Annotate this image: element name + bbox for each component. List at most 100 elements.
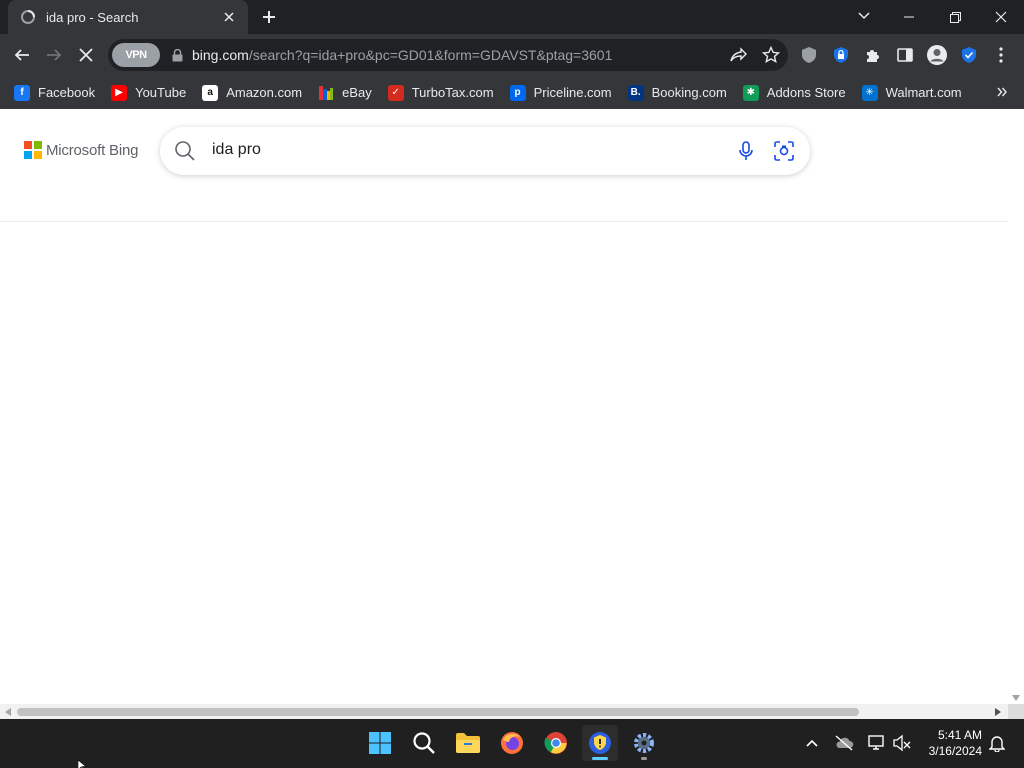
bookmark-addons-store[interactable]: ✱ Addons Store xyxy=(742,80,846,106)
priceline-icon: p xyxy=(509,84,526,101)
bookmark-label: Amazon.com xyxy=(226,85,303,100)
url-text: bing.com/search?q=ida+pro&pc=GD01&form=G… xyxy=(192,47,612,63)
windows-logo-icon xyxy=(369,732,391,754)
password-manager-icon[interactable] xyxy=(828,43,854,67)
forward-button[interactable] xyxy=(40,41,68,69)
search-icon xyxy=(413,732,435,754)
bookmark-label: Facebook xyxy=(38,85,96,100)
bookmark-star-icon[interactable] xyxy=(758,43,784,67)
ebay-icon xyxy=(318,84,335,101)
mouse-cursor-icon xyxy=(78,760,87,768)
restore-button[interactable] xyxy=(932,0,978,34)
bookmark-facebook[interactable]: f Facebook xyxy=(14,80,95,106)
active-app-indicator xyxy=(592,757,608,760)
settings-button[interactable] xyxy=(626,725,662,761)
youtube-icon: ▶ xyxy=(111,84,128,101)
bookmark-label: Addons Store xyxy=(766,85,846,100)
firefox-button[interactable] xyxy=(494,725,530,761)
facebook-icon: f xyxy=(14,84,30,101)
loading-favicon-icon xyxy=(20,9,36,25)
extensions-puzzle-icon[interactable] xyxy=(860,43,886,67)
running-app-indicator xyxy=(641,757,647,760)
minimize-button[interactable] xyxy=(886,0,932,34)
microphone-icon[interactable] xyxy=(734,139,758,163)
search-input[interactable]: ida pro xyxy=(212,141,261,159)
bookmark-booking-com[interactable]: B. Booking.com xyxy=(627,80,727,106)
bookmark-label: TurboTax.com xyxy=(411,85,494,100)
file-explorer-button[interactable] xyxy=(450,725,486,761)
onedrive-offline-icon[interactable] xyxy=(832,731,856,755)
profile-avatar-icon[interactable] xyxy=(924,43,950,67)
notifications-bell-icon[interactable] xyxy=(985,731,1009,755)
vpn-button[interactable]: VPN xyxy=(112,43,160,67)
tab-active[interactable]: ida pro - Search xyxy=(8,0,248,34)
booking-icon: B. xyxy=(627,84,644,101)
vpn-label: VPN xyxy=(125,49,147,61)
bookmark-label: Walmart.com xyxy=(885,85,962,100)
visual-search-icon[interactable] xyxy=(772,139,796,163)
amazon-icon: a xyxy=(202,84,219,101)
search-icon[interactable] xyxy=(174,140,196,162)
show-hidden-icons-icon[interactable] xyxy=(800,731,824,755)
bookmark-priceline-com[interactable]: p Priceline.com xyxy=(509,80,612,106)
search-box[interactable]: ida pro xyxy=(160,127,810,175)
folder-icon xyxy=(456,733,480,753)
browser-menu-icon[interactable] xyxy=(988,43,1014,67)
chrome-button[interactable] xyxy=(538,725,574,761)
bookmark-label: eBay xyxy=(342,85,372,100)
bing-search-page: Microsoft Bing ida pro xyxy=(0,109,1008,704)
bookmarks-bar: f Facebook ▶ YouTube a Amazon.com eBay ✓ TurboTa… xyxy=(0,76,1024,109)
volume-muted-icon[interactable] xyxy=(890,731,914,755)
stop-loading-button[interactable] xyxy=(72,41,100,69)
windows-taskbar: 5:41 AM 3/16/2024 xyxy=(0,719,1024,768)
horizontal-scrollbar[interactable] xyxy=(0,704,1008,719)
taskbar-search-button[interactable] xyxy=(406,725,442,761)
new-tab-button[interactable] xyxy=(258,6,280,28)
scrollbar-corner xyxy=(1008,704,1024,719)
bookmark-label: Booking.com xyxy=(651,85,727,100)
bookmark-label: Priceline.com xyxy=(533,85,612,100)
close-tab-icon[interactable] xyxy=(220,8,238,26)
addons-store-icon: ✱ xyxy=(742,84,759,101)
bing-logo[interactable]: Microsoft Bing xyxy=(24,141,138,159)
clock-time: 5:41 AM xyxy=(937,728,982,742)
scroll-left-arrow-icon[interactable] xyxy=(4,707,12,717)
firefox-icon xyxy=(501,732,523,754)
walmart-icon: ✳ xyxy=(861,84,878,101)
vertical-scrollbar[interactable] xyxy=(1008,109,1024,704)
security-check-icon[interactable] xyxy=(956,43,982,67)
lock-icon[interactable] xyxy=(170,48,184,62)
bookmark-ebay[interactable]: eBay xyxy=(318,80,372,106)
bookmark-turbotax-com[interactable]: ✓ TurboTax.com xyxy=(387,80,494,106)
system-clock[interactable]: 5:41 AM 3/16/2024 xyxy=(929,727,982,759)
bookmark-amazon-com[interactable]: a Amazon.com xyxy=(202,80,302,106)
browser-toolbar: VPN bing.com/search?q=ida+pro&pc=GD01&fo… xyxy=(0,34,1024,76)
chrome-icon xyxy=(544,732,567,754)
tab-search-icon[interactable] xyxy=(852,4,876,28)
clock-date: 3/16/2024 xyxy=(928,744,982,758)
back-button[interactable] xyxy=(8,41,36,69)
close-window-button[interactable] xyxy=(978,0,1024,34)
address-bar[interactable]: VPN bing.com/search?q=ida+pro&pc=GD01&fo… xyxy=(108,39,788,71)
scroll-down-arrow-icon[interactable] xyxy=(1012,694,1020,702)
microsoft-logo-icon xyxy=(24,141,42,159)
start-button[interactable] xyxy=(362,725,398,761)
tab-title: ida pro - Search xyxy=(46,9,139,25)
horizontal-scroll-thumb[interactable] xyxy=(17,708,859,716)
url-path: /search?q=ida+pro&pc=GD01&form=GDAVST&pt… xyxy=(248,47,613,63)
bookmark-label: YouTube xyxy=(135,85,187,100)
network-icon[interactable] xyxy=(864,731,888,755)
shield-app-icon xyxy=(589,732,611,754)
share-icon[interactable] xyxy=(726,43,752,67)
extension-shield-icon[interactable] xyxy=(796,43,822,67)
turbotax-icon: ✓ xyxy=(387,84,404,101)
url-host: bing.com xyxy=(192,47,249,63)
security-app-button[interactable] xyxy=(582,725,618,761)
scroll-right-arrow-icon[interactable] xyxy=(994,707,1002,717)
bookmark-youtube[interactable]: ▶ YouTube xyxy=(111,80,186,106)
bookmark-walmart-com[interactable]: ✳ Walmart.com xyxy=(861,80,962,106)
bing-logo-text: Microsoft Bing xyxy=(46,141,139,159)
side-panel-icon[interactable] xyxy=(892,43,918,67)
more-bookmarks-icon[interactable] xyxy=(992,81,1012,103)
gear-icon xyxy=(634,733,654,753)
